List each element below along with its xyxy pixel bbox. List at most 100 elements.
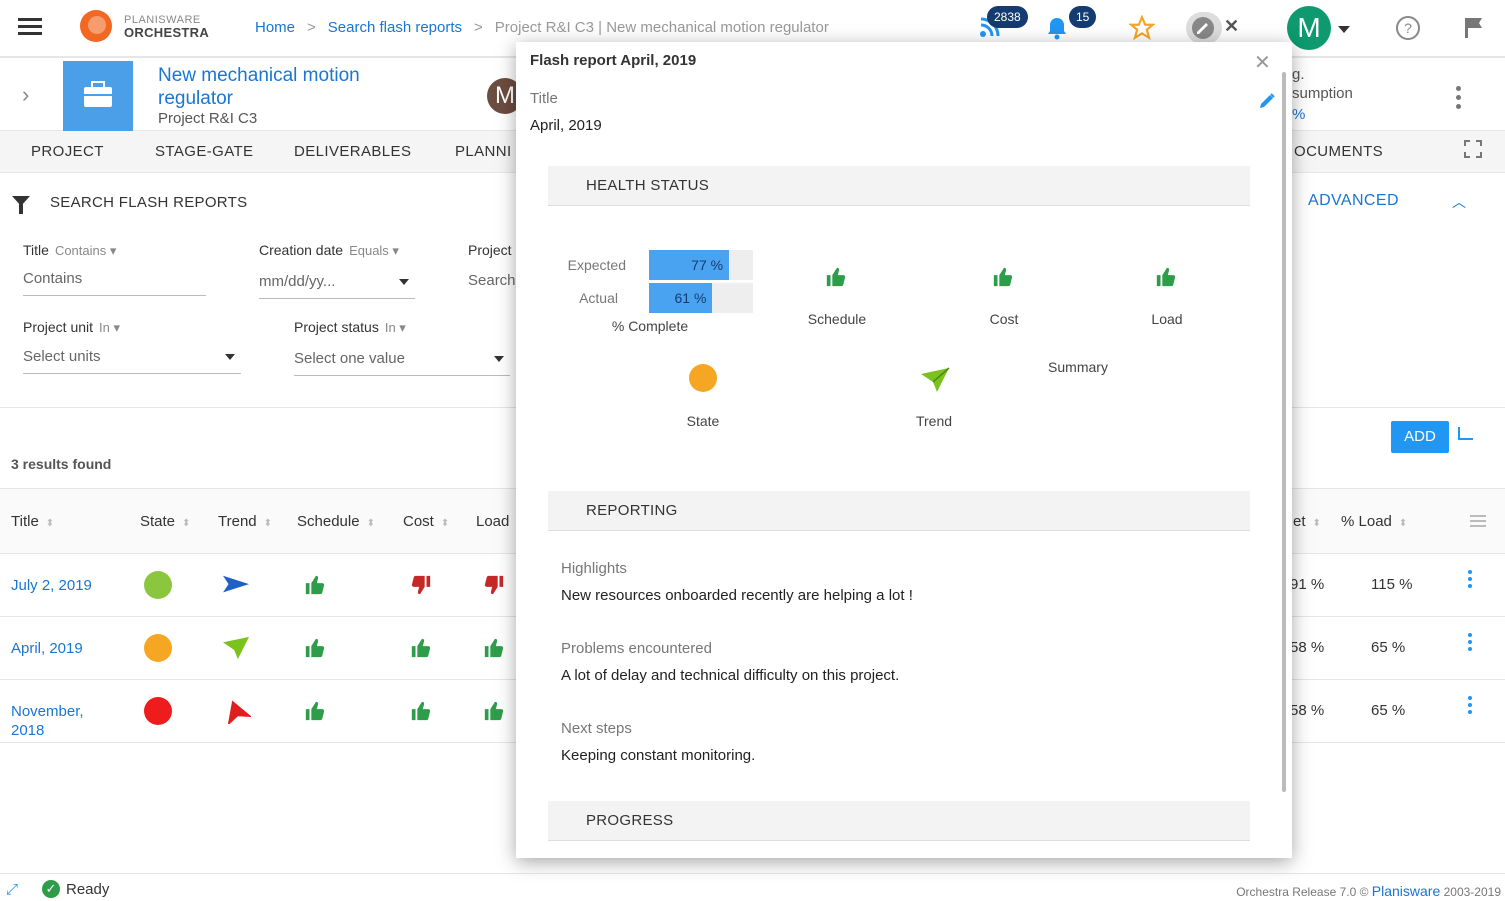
- actual-bar: 61 %: [649, 283, 713, 313]
- tab-project[interactable]: PROJECT: [31, 143, 104, 160]
- flag-icon[interactable]: [1463, 16, 1485, 40]
- fullscreen-icon[interactable]: [1464, 140, 1482, 158]
- column-settings-icon[interactable]: [1470, 515, 1486, 530]
- report-title-link[interactable]: July 2, 2019: [11, 576, 121, 595]
- filter-project-input[interactable]: Search: [468, 272, 516, 297]
- row-more-menu-icon[interactable]: [1468, 696, 1472, 717]
- filter-status-select[interactable]: Select one value: [294, 350, 510, 376]
- tab-stage-gate[interactable]: STAGE-GATE: [155, 143, 253, 160]
- filter-unit-label-text: Project unit: [23, 319, 94, 335]
- filter-status-placeholder: Select one value: [294, 350, 405, 367]
- cost-thumb-icon: [411, 701, 431, 721]
- filter-status-label-text: Project status: [294, 319, 379, 335]
- progress-section[interactable]: PROGRESS: [548, 801, 1250, 841]
- edit-pencil-icon[interactable]: [1258, 92, 1276, 110]
- company-link[interactable]: Planisware: [1372, 883, 1440, 899]
- expand-panel-chevron-icon[interactable]: ›: [22, 82, 29, 108]
- report-title-link[interactable]: November, 2018: [11, 702, 121, 740]
- column-state[interactable]: State ⬍: [140, 513, 190, 530]
- breadcrumb-home[interactable]: Home: [255, 19, 295, 36]
- kpi-label-2: sumption: [1292, 85, 1353, 102]
- expected-bar: 77 %: [649, 250, 730, 280]
- filter-date-operator[interactable]: Equals: [349, 243, 399, 258]
- pct-cost-value: 91 %: [1290, 576, 1325, 593]
- star-icon[interactable]: [1129, 15, 1155, 41]
- filter-date-input[interactable]: mm/dd/yy...: [259, 273, 415, 299]
- close-quick-edit-icon[interactable]: ✕: [1224, 16, 1239, 37]
- filter-date-label-text: Creation date: [259, 242, 344, 258]
- pct-load-value: 65 %: [1371, 639, 1406, 656]
- column-title[interactable]: Title ⬍: [11, 513, 54, 530]
- health-status-section[interactable]: HEALTH STATUS: [548, 166, 1250, 206]
- help-icon[interactable]: ?: [1395, 15, 1421, 41]
- report-title-link[interactable]: April, 2019: [11, 639, 121, 658]
- breadcrumb-separator: >: [474, 19, 483, 36]
- column-load[interactable]: Load: [476, 513, 509, 530]
- column-pct-load[interactable]: % Load ⬍: [1341, 513, 1407, 530]
- project-more-menu-icon[interactable]: [1456, 86, 1462, 113]
- problems-value: A lot of delay and technical difficulty …: [561, 667, 900, 684]
- filter-status-operator[interactable]: In: [385, 320, 406, 335]
- quick-edit-toggle[interactable]: [1186, 12, 1222, 44]
- state-indicator: [144, 571, 172, 599]
- breadcrumb-separator: >: [307, 19, 316, 36]
- column-trend[interactable]: Trend ⬍: [218, 513, 272, 530]
- user-menu-chevron-down-icon[interactable]: [1338, 26, 1350, 33]
- brand-line2: ORCHESTRA: [124, 25, 210, 40]
- user-avatar[interactable]: M: [1287, 6, 1331, 50]
- row-more-menu-icon[interactable]: [1468, 570, 1472, 591]
- dialog-scrollbar[interactable]: [1282, 72, 1286, 792]
- breadcrumb-current: Project R&I C3 | New mechanical motion r…: [494, 19, 829, 36]
- expand-arrows-icon[interactable]: ⤢: [6, 881, 18, 898]
- export-icon[interactable]: [1458, 427, 1473, 440]
- copyright-prefix: Orchestra Release 7.0 ©: [1236, 885, 1369, 899]
- filter-title-operator[interactable]: Contains: [55, 243, 116, 258]
- state-indicator: [689, 364, 717, 392]
- column-pct-cost-label: et: [1293, 513, 1306, 530]
- project-title[interactable]: New mechanical motion regulator: [158, 64, 438, 110]
- column-pct-load-label: % Load: [1341, 513, 1392, 530]
- notification-count-badge: 15: [1069, 6, 1097, 28]
- progress-heading: PROGRESS: [586, 812, 674, 829]
- cost-caption: Cost: [989, 311, 1019, 327]
- load-thumb-icon: [484, 575, 504, 595]
- reporting-section[interactable]: REPORTING: [548, 491, 1250, 531]
- highlights-label: Highlights: [561, 560, 627, 577]
- tab-documents[interactable]: OCUMENTS: [1294, 143, 1383, 160]
- column-pct-cost[interactable]: et ⬍: [1293, 513, 1321, 530]
- load-thumb-icon: [484, 701, 504, 721]
- cost-thumbs-up-icon: [993, 267, 1013, 287]
- column-schedule[interactable]: Schedule ⬍: [297, 513, 375, 530]
- summary-caption: Summary: [1048, 359, 1108, 375]
- filter-unit-label: Project unit In: [23, 319, 120, 336]
- trend-caption: Trend: [915, 413, 953, 429]
- menu-icon[interactable]: [18, 18, 42, 38]
- filter-unit-operator[interactable]: In: [99, 320, 120, 335]
- title-field-label: Title: [530, 90, 558, 107]
- breadcrumb-search[interactable]: Search flash reports: [328, 19, 462, 36]
- tab-deliverables[interactable]: DELIVERABLES: [294, 143, 411, 160]
- add-button[interactable]: ADD: [1391, 421, 1449, 453]
- schedule-caption: Schedule: [807, 311, 867, 327]
- tab-planning[interactable]: PLANNI: [455, 143, 512, 160]
- cost-thumb-icon: [411, 638, 431, 658]
- filter-unit-select[interactable]: Select units: [23, 348, 241, 374]
- results-count: 3 results found: [11, 456, 112, 472]
- row-more-menu-icon[interactable]: [1468, 633, 1472, 654]
- close-icon[interactable]: ✕: [1254, 50, 1271, 75]
- planisware-logo[interactable]: [80, 10, 112, 42]
- filter-date-label: Creation date Equals: [259, 242, 399, 259]
- next-steps-value: Keeping constant monitoring.: [561, 747, 756, 764]
- next-steps-label: Next steps: [561, 720, 632, 737]
- column-cost[interactable]: Cost ⬍: [403, 513, 449, 530]
- chevron-up-icon[interactable]: ︿: [1452, 192, 1466, 212]
- filter-title-input[interactable]: Contains: [23, 270, 206, 296]
- bell-icon[interactable]: [1046, 16, 1068, 40]
- pct-cost-value: 58 %: [1290, 639, 1325, 656]
- trend-arrow-icon: [223, 575, 249, 593]
- chevron-down-icon: [225, 354, 235, 360]
- status-bar: ⤢ ✓ Ready Orchestra Release 7.0 © Planis…: [0, 873, 1505, 901]
- feed-count-badge: 2838: [987, 6, 1028, 28]
- advanced-search-toggle[interactable]: ADVANCED: [1308, 192, 1399, 210]
- problems-label: Problems encountered: [561, 640, 712, 657]
